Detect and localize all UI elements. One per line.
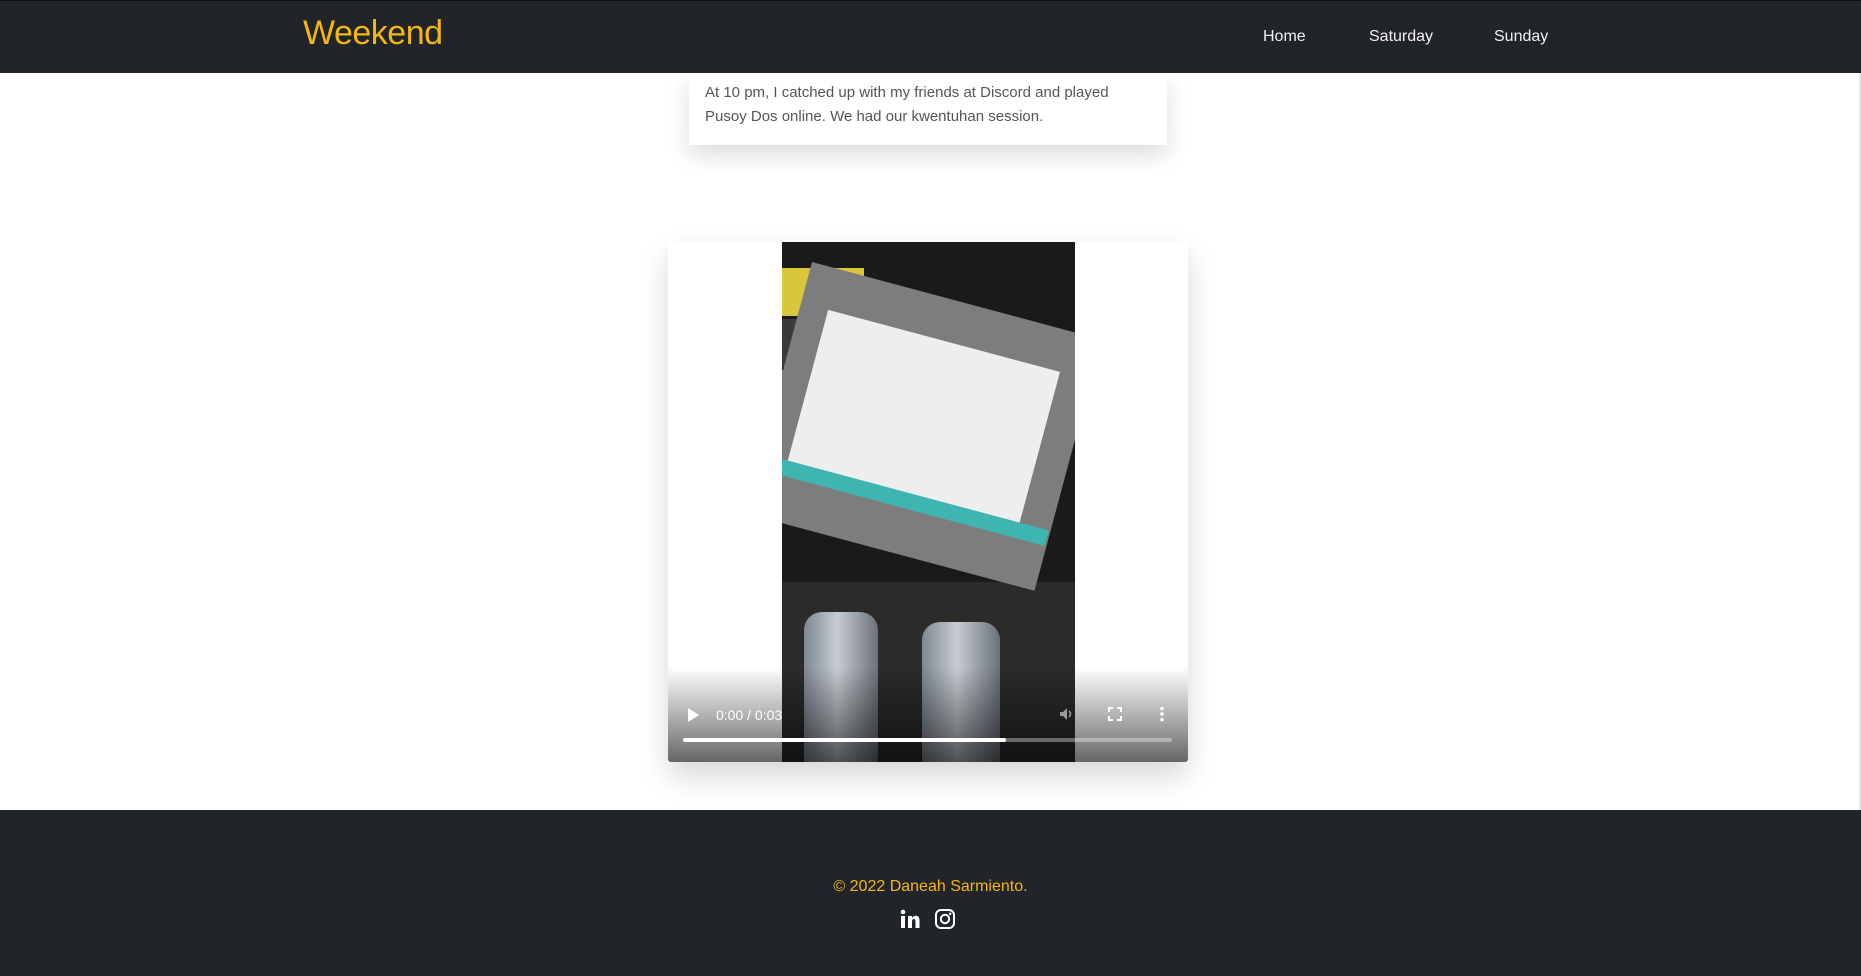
story-card-text: At 10 pm, I catched up with my friends a… xyxy=(705,84,1109,125)
story-card: At 10 pm, I catched up with my friends a… xyxy=(689,73,1167,145)
video-scene-screen xyxy=(782,262,1075,591)
play-icon[interactable] xyxy=(685,707,701,723)
video-scene-monitor xyxy=(782,242,1075,591)
mute-icon[interactable] xyxy=(1058,705,1076,723)
nav-link-home[interactable]: Home xyxy=(1263,28,1306,46)
instagram-icon[interactable] xyxy=(934,908,956,930)
navbar: Weekend Home Saturday Sunday xyxy=(0,0,1861,73)
video-time: 0:00 / 0:03 xyxy=(716,707,783,723)
linkedin-icon[interactable] xyxy=(899,908,921,930)
nav-link-sunday[interactable]: Sunday xyxy=(1494,28,1548,46)
footer: © 2022 Daneah Sarmiento. xyxy=(0,810,1861,976)
copyright-text: © 2022 Daneah Sarmiento. xyxy=(833,878,1028,895)
video-player[interactable]: 0:00 / 0:03 xyxy=(668,242,1188,762)
video-progress-fill xyxy=(683,738,1006,742)
fullscreen-icon[interactable] xyxy=(1106,705,1124,723)
more-options-icon[interactable] xyxy=(1153,705,1171,723)
brand-logo[interactable]: Weekend xyxy=(303,14,443,53)
nav-link-saturday[interactable]: Saturday xyxy=(1369,28,1433,46)
video-progress-bar[interactable] xyxy=(683,738,1172,742)
